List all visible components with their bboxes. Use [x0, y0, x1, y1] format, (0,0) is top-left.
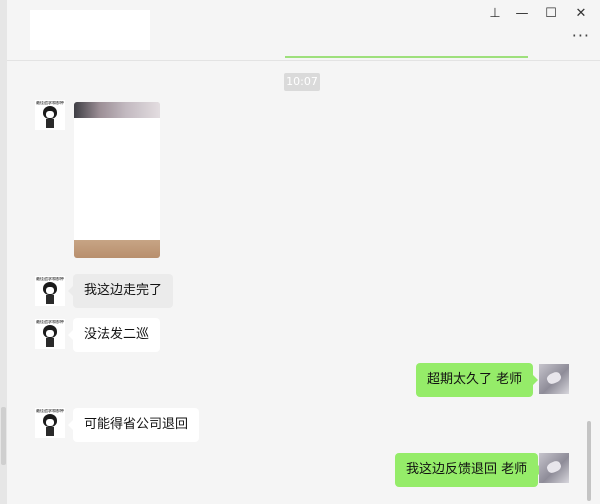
- message-bubble-sent[interactable]: 超期太久了 老师: [416, 363, 539, 397]
- chat-window: ⊥ — ☐ ✕ ··· 10:07 最佳追求和那种 最佳追求和那种 我这边走完了…: [0, 0, 600, 504]
- avatar-caption: 最佳追求和那种: [36, 320, 64, 324]
- message-list[interactable]: 10:07 最佳追求和那种 最佳追求和那种 我这边走完了 最佳追求和那种 没法发…: [7, 61, 600, 504]
- message-bubble-received[interactable]: 我这边走完了: [67, 274, 174, 308]
- contact-avatar[interactable]: 最佳追求和那种: [35, 100, 65, 130]
- pin-icon[interactable]: ⊥: [484, 5, 506, 23]
- chat-scrollbar[interactable]: [587, 421, 591, 501]
- chat-title-redacted: [30, 10, 150, 50]
- avatar-caption: 最佳追求和那种: [36, 101, 64, 105]
- minimize-icon[interactable]: —: [511, 5, 533, 23]
- contact-list-scrollbar[interactable]: [1, 407, 6, 465]
- avatar-caption: 最佳追求和那种: [36, 409, 64, 413]
- message-bubble-received[interactable]: 没法发二巡: [67, 318, 161, 352]
- my-avatar[interactable]: [539, 453, 569, 483]
- image-redaction: [74, 118, 160, 240]
- header-accent-line: [285, 56, 528, 58]
- contact-avatar[interactable]: 最佳追求和那种: [35, 319, 65, 349]
- chat-header: ⊥ — ☐ ✕ ···: [7, 0, 600, 61]
- message-bubble-received[interactable]: 可能得省公司退回: [67, 408, 200, 442]
- image-message[interactable]: [74, 102, 160, 258]
- close-icon[interactable]: ✕: [570, 5, 592, 23]
- more-options-icon[interactable]: ···: [572, 28, 590, 44]
- contact-avatar[interactable]: 最佳追求和那种: [35, 408, 65, 438]
- my-avatar[interactable]: [539, 364, 569, 394]
- message-bubble-sent[interactable]: 我这边反馈退回 老师: [395, 453, 544, 487]
- contact-list-edge: [0, 0, 7, 504]
- maximize-icon[interactable]: ☐: [540, 5, 562, 23]
- message-timestamp: 10:07: [284, 73, 320, 91]
- avatar-caption: 最佳追求和那种: [36, 277, 64, 281]
- contact-avatar[interactable]: 最佳追求和那种: [35, 276, 65, 306]
